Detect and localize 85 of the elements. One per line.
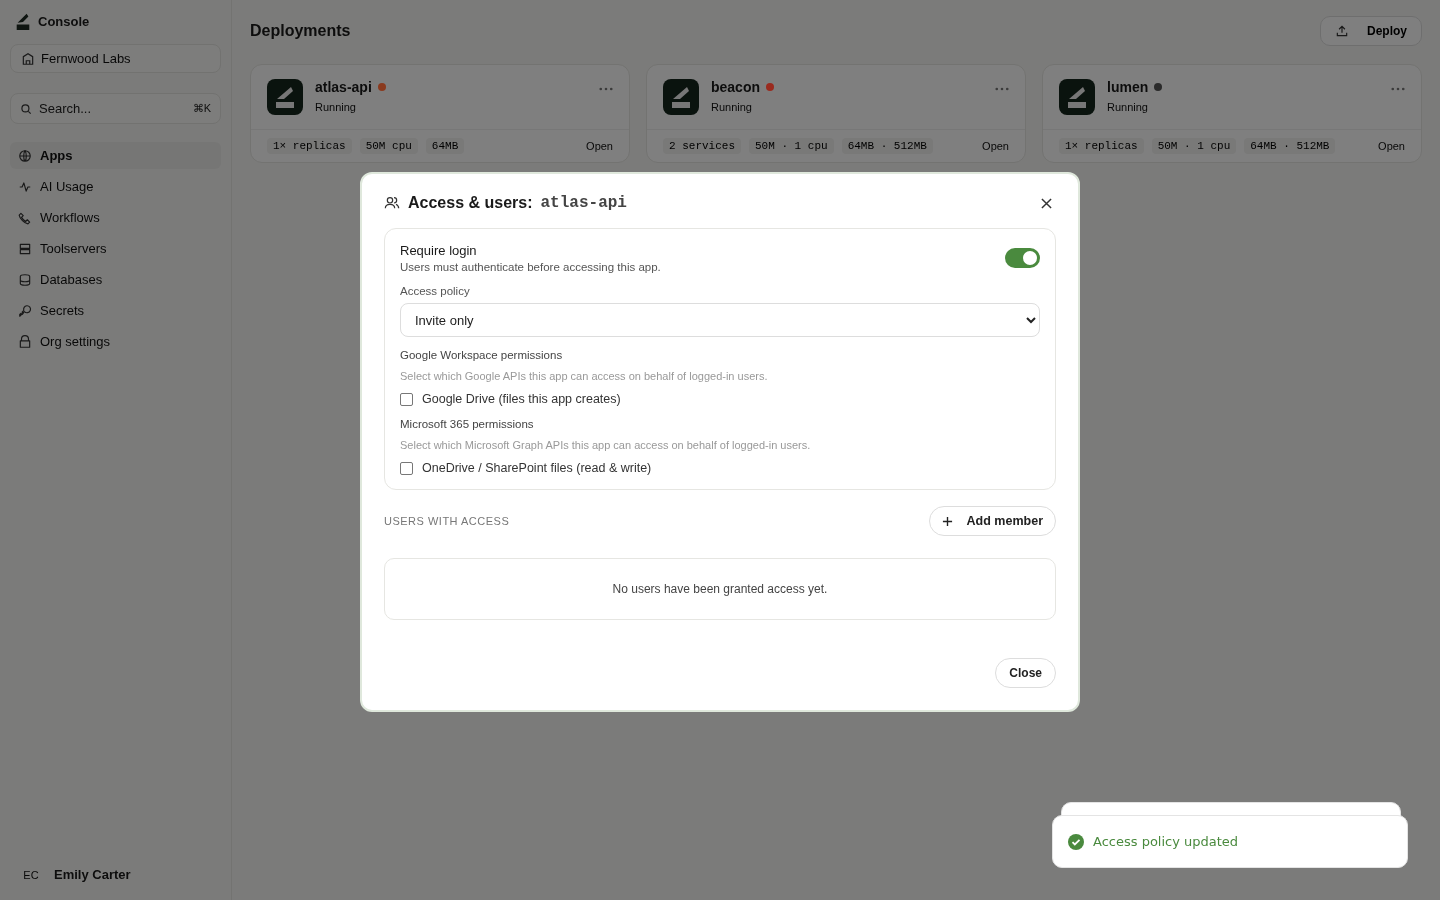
policy-select[interactable]: Invite only xyxy=(400,303,1040,337)
nav-label: Workflows xyxy=(40,210,100,225)
app-status: Running xyxy=(1107,101,1149,113)
metric-chip: 1× replicas xyxy=(267,138,352,154)
app-name: beacon xyxy=(711,79,760,95)
nav-label: Secrets xyxy=(40,303,85,318)
open-link[interactable]: Open xyxy=(1378,140,1405,152)
toggle-switch[interactable] xyxy=(1005,248,1040,268)
open-link[interactable]: Open xyxy=(982,140,1009,152)
nav-label: Org settings xyxy=(40,334,111,349)
app-name: atlas-api xyxy=(540,194,627,212)
sidebar-item[interactable]: Databases xyxy=(10,266,221,293)
nav-icon xyxy=(18,179,32,194)
section-hint: Select which Google APIs this app can access on behalf of logged-in users. xyxy=(400,370,769,382)
nav-icon xyxy=(18,148,32,163)
open-link[interactable]: Open xyxy=(586,140,613,152)
more-icon[interactable] xyxy=(995,87,1009,91)
user-avatar: EC xyxy=(22,868,40,881)
brand-name: Console xyxy=(38,13,90,29)
metric-chip: 64MB xyxy=(425,138,465,154)
metric-chip: 2 services xyxy=(663,138,741,154)
app-status: Running xyxy=(315,101,357,113)
app-card[interactable]: beacon Running 2 services 50M · 1 cpu 64MB · 512MB Open xyxy=(646,64,1026,163)
org-switcher[interactable]: Fernwood Labs xyxy=(10,44,221,73)
sidebar-item[interactable]: Secrets xyxy=(10,297,221,324)
more-icon[interactable] xyxy=(1391,87,1405,91)
sidebar-item[interactable]: Workflows xyxy=(10,204,221,231)
metric-chip: 50M · 1 cpu xyxy=(1151,138,1237,154)
app-card[interactable]: lumen Running 1× replicas 50M · 1 cpu 64MB · 512MB Open xyxy=(1042,64,1422,163)
nav-icon xyxy=(18,210,32,225)
metric-chip: 64MB · 512MB xyxy=(841,138,933,154)
sidebar-item[interactable]: Toolservers xyxy=(10,235,221,262)
section-heading: USERS WITH ACCESS xyxy=(384,515,510,527)
checkbox[interactable] xyxy=(400,461,413,475)
building-icon xyxy=(21,51,35,66)
empty-state: No users have been granted access yet. xyxy=(384,558,1056,620)
org-name: Fernwood Labs xyxy=(41,51,131,66)
page-title: Deployments xyxy=(250,22,351,40)
close-icon[interactable] xyxy=(1041,197,1052,209)
nav-label: Databases xyxy=(40,272,103,287)
checkbox-label: Google Drive (files this app creates) xyxy=(422,392,621,406)
metric-chip: 64MB · 512MB xyxy=(1244,138,1336,154)
app-name: atlas-api xyxy=(315,79,372,95)
more-icon[interactable] xyxy=(599,87,613,91)
setting-label: Require login xyxy=(400,243,478,258)
checkbox-label: OneDrive / SharePoint files (read & write) xyxy=(422,461,652,475)
app-status: Running xyxy=(711,101,753,113)
metric-chip: 50M · 1 cpu xyxy=(749,138,834,154)
check-icon xyxy=(1068,833,1084,850)
deploy-label: Deploy xyxy=(1367,24,1407,38)
setting-description: Users must authenticate before accessing this app. xyxy=(400,261,661,273)
nav-label: Toolservers xyxy=(40,241,107,256)
nav-label: Apps xyxy=(40,148,73,163)
search-icon xyxy=(19,102,33,116)
sidebar-item[interactable]: Org settings xyxy=(10,328,221,355)
sidebar-item[interactable]: Apps xyxy=(10,142,221,169)
deploy-button[interactable]: Deploy xyxy=(1320,16,1422,46)
user-name: Emily Carter xyxy=(54,867,131,882)
app-card[interactable]: atlas-api Running 1× replicas 50M cpu 64MB Open xyxy=(250,64,630,163)
nav-icon xyxy=(18,334,32,349)
metric-chip: 1× replicas xyxy=(1059,138,1144,154)
add-member-button[interactable]: Add member xyxy=(928,506,1056,536)
section-heading: Microsoft 365 permissions xyxy=(400,418,535,430)
section-heading: Google Workspace permissions xyxy=(400,349,564,361)
app-logo-icon xyxy=(267,79,303,115)
app-name: lumen xyxy=(1107,79,1149,95)
field-label: Access policy xyxy=(400,285,471,297)
metric-chip: 50M cpu xyxy=(359,138,418,154)
shortcut-hint: ⌘K xyxy=(192,102,211,115)
nav-icon xyxy=(18,241,32,256)
app-logo-icon xyxy=(663,79,699,115)
nav-icon xyxy=(18,303,32,318)
section-hint: Select which Microsoft Graph APIs this app can access on behalf of logged-in users. xyxy=(400,439,812,451)
nav-label: AI Usage xyxy=(40,179,94,194)
upload-icon xyxy=(1335,24,1349,38)
toast-message: Access policy updated xyxy=(1093,834,1239,849)
app-logo-icon xyxy=(1059,79,1095,115)
sidebar-item[interactable]: AI Usage xyxy=(10,173,221,200)
users-icon xyxy=(384,195,400,211)
nav-icon xyxy=(18,272,32,287)
plus-icon xyxy=(941,515,953,527)
add-member-label: Add member xyxy=(966,514,1043,528)
checkbox[interactable] xyxy=(400,392,413,406)
dialog-title: Access & users: xyxy=(408,194,533,212)
close-button[interactable]: Close xyxy=(995,658,1056,688)
